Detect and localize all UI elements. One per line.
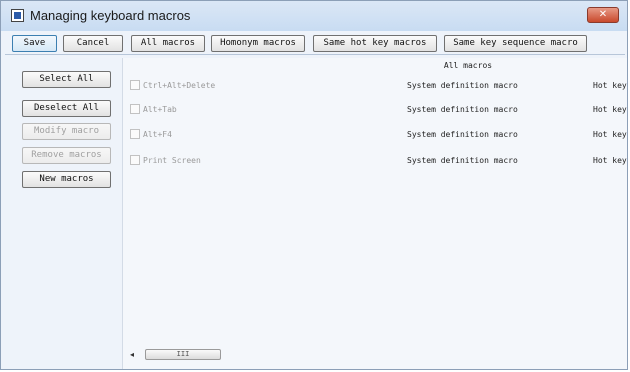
macro-hotkey: Hot key: <box>593 156 627 165</box>
select-all-button[interactable]: Select All <box>22 71 111 88</box>
scrollbar-thumb[interactable]: III <box>145 349 221 360</box>
list-header: All macros <box>443 61 493 70</box>
horizontal-scrollbar[interactable]: ◂ III <box>127 349 247 361</box>
macro-checkbox[interactable] <box>130 129 140 139</box>
scroll-left-icon[interactable]: ◂ <box>127 350 137 360</box>
modify-macro-button[interactable]: Modify macro <box>22 123 111 140</box>
macro-row[interactable]: Alt+Tab System definition macro Hot key: <box>123 103 627 117</box>
macro-row[interactable]: Alt+F4 System definition macro Hot key: <box>123 128 627 142</box>
macro-name: Ctrl+Alt+Delete <box>143 81 216 90</box>
macro-row[interactable]: Print Screen System definition macro Hot… <box>123 154 627 168</box>
macro-row[interactable]: Ctrl+Alt+Delete System definition macro … <box>123 79 627 93</box>
title-bar[interactable]: Managing keyboard macros ✕ <box>1 1 627 31</box>
app-icon <box>11 9 24 22</box>
toolbar-divider <box>5 54 625 55</box>
macro-type: System definition macro <box>407 130 518 139</box>
macro-type: System definition macro <box>407 156 518 165</box>
deselect-all-button[interactable]: Deselect All <box>22 100 111 117</box>
save-button[interactable]: Save <box>12 35 57 52</box>
macro-type: System definition macro <box>407 81 518 90</box>
macro-checkbox[interactable] <box>130 104 140 114</box>
macro-type: System definition macro <box>407 105 518 114</box>
all-macros-button[interactable]: All macros <box>131 35 205 52</box>
same-hot-key-macros-button[interactable]: Same hot key macros <box>313 35 437 52</box>
macro-manager-window: Managing keyboard macros ✕ Save Cancel A… <box>0 0 628 370</box>
macro-checkbox[interactable] <box>130 155 140 165</box>
cancel-button[interactable]: Cancel <box>63 35 123 52</box>
macro-hotkey: Hot key: <box>593 130 627 139</box>
macro-name: Alt+F4 <box>143 130 172 139</box>
remove-macros-button[interactable]: Remove macros <box>22 147 111 164</box>
window-title: Managing keyboard macros <box>30 8 191 23</box>
macro-hotkey: Hot key: <box>593 105 627 114</box>
homonym-macros-button[interactable]: Homonym macros <box>211 35 305 52</box>
macro-hotkey: Hot key: <box>593 81 627 90</box>
macro-name: Print Screen <box>143 156 201 165</box>
macro-name: Alt+Tab <box>143 105 177 114</box>
new-macros-button[interactable]: New macros <box>22 171 111 188</box>
macro-list-panel: All macros Ctrl+Alt+Delete System defini… <box>123 58 627 369</box>
close-button[interactable]: ✕ <box>587 7 619 23</box>
macro-checkbox[interactable] <box>130 80 140 90</box>
same-key-sequence-macro-button[interactable]: Same key sequence macro <box>444 35 587 52</box>
